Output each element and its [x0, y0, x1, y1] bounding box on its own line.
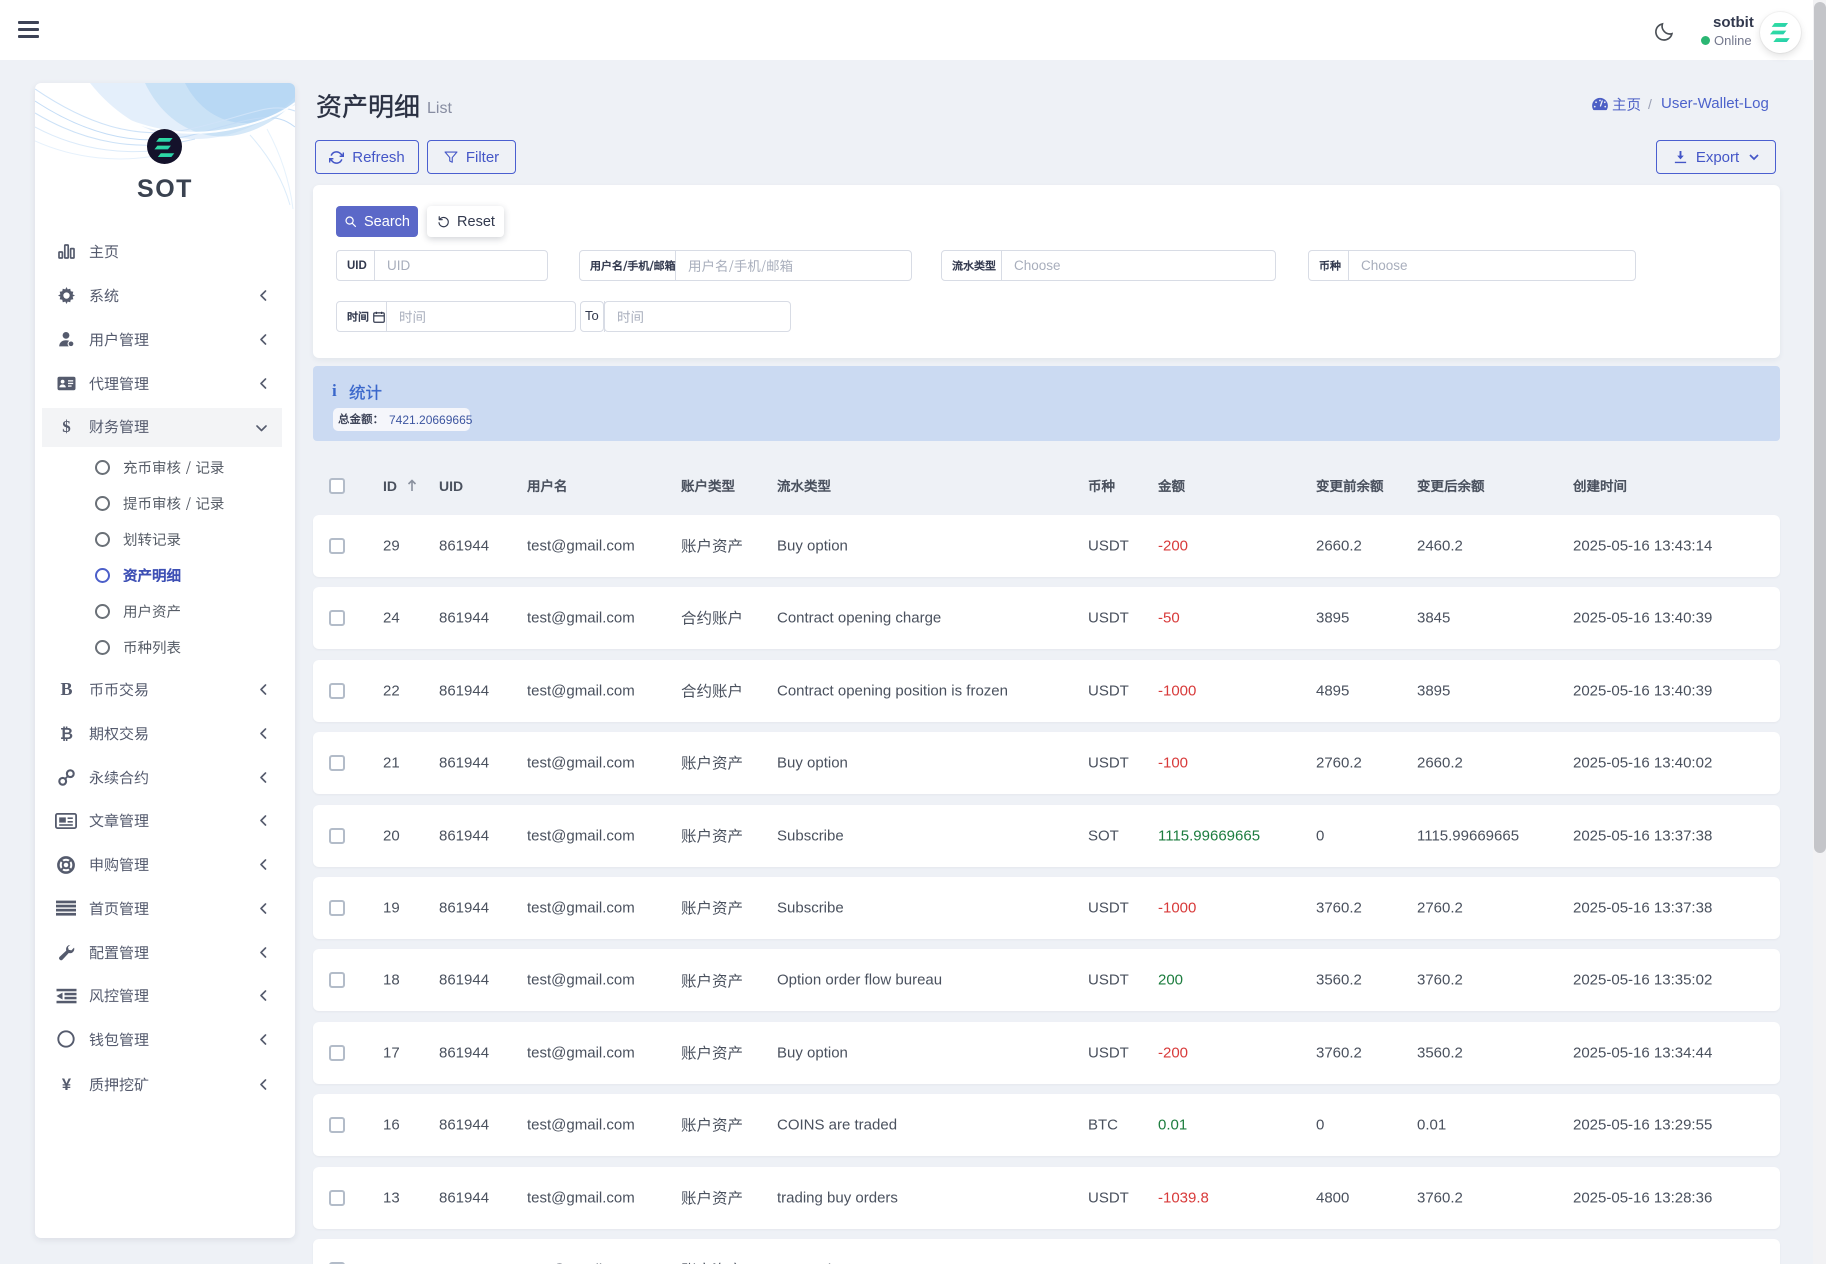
svg-text:B: B [60, 681, 72, 698]
svg-text:$: $ [62, 418, 71, 435]
svg-text:¥: ¥ [61, 1076, 71, 1093]
svg-text:₿: ₿ [60, 725, 73, 742]
